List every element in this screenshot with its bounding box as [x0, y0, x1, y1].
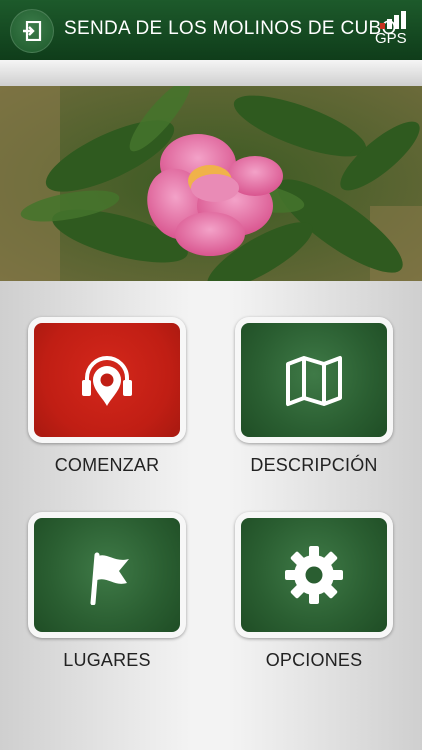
places-button[interactable] [28, 512, 186, 638]
hero-image-peony [0, 86, 422, 281]
back-button[interactable] [10, 9, 54, 53]
app-title: SENDA DE LOS MOLINOS DE CUBO [64, 18, 397, 39]
places-label[interactable]: LUGARES [17, 650, 197, 671]
gear-icon [285, 546, 343, 604]
start-button[interactable] [28, 317, 186, 443]
header-divider [0, 60, 422, 86]
gps-label: GPS [375, 30, 407, 47]
map-icon [286, 356, 342, 406]
flag-icon [90, 552, 129, 605]
description-button[interactable] [235, 317, 393, 443]
start-label[interactable]: COMENZAR [17, 455, 197, 476]
top-bar: SENDA DE LOS MOLINOS DE CUBO GPS [0, 0, 422, 60]
gps-signal-icon [380, 11, 406, 29]
exit-icon [23, 21, 42, 41]
description-label[interactable]: DESCRIPCIÓN [224, 455, 404, 476]
options-label[interactable]: OPCIONES [224, 650, 404, 671]
gps-status[interactable]: GPS [372, 8, 416, 52]
audio-guide-location-icon [82, 356, 132, 406]
main-menu: COMENZAR DESCRIPCIÓN LUGARES OPCIONES [0, 281, 422, 750]
options-button[interactable] [235, 512, 393, 638]
